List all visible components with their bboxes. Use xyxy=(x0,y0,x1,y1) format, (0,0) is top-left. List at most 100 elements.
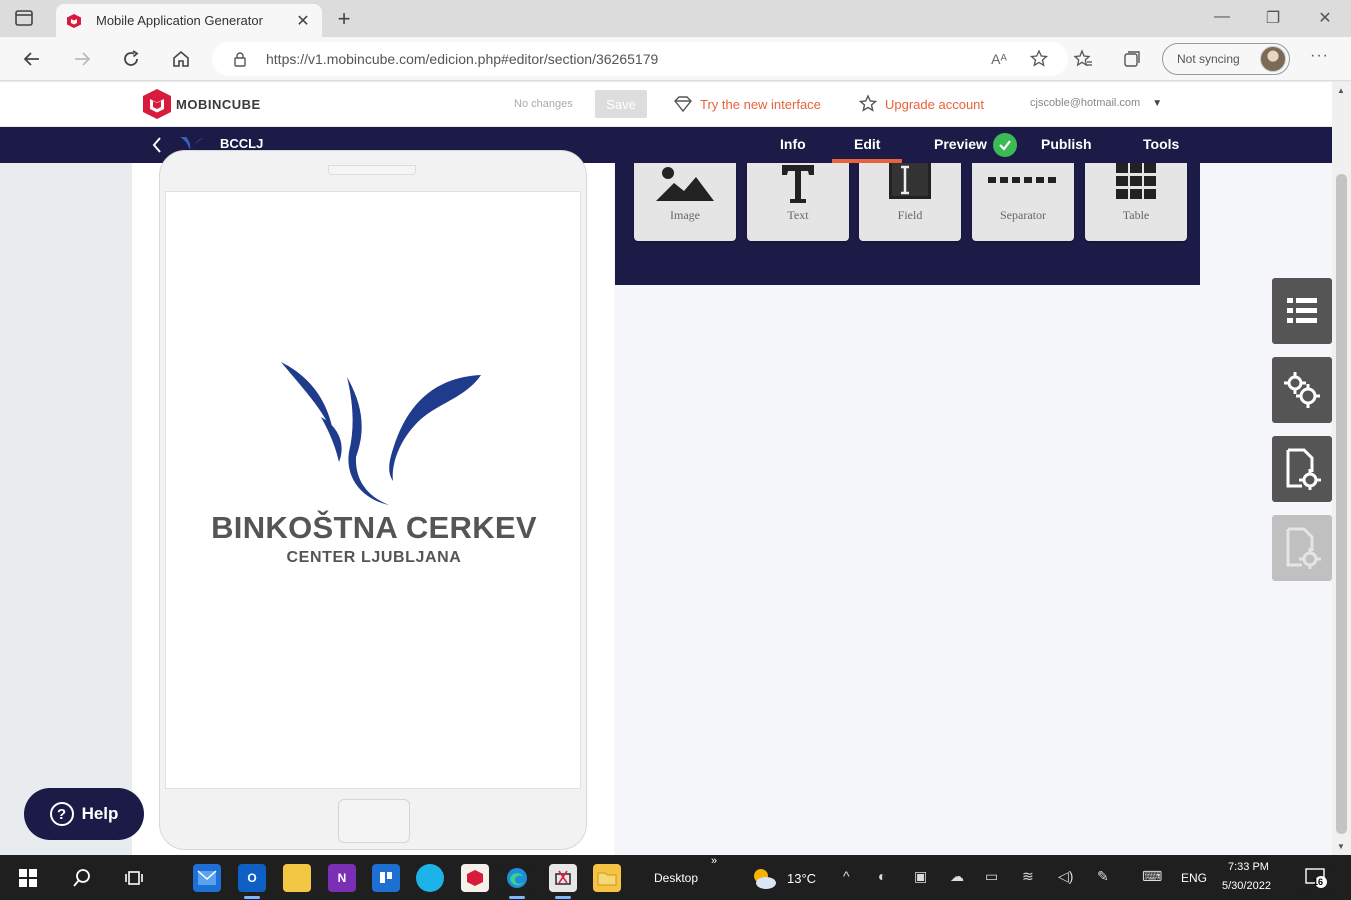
onenote-icon[interactable]: N xyxy=(328,864,356,892)
show-hidden-icons-icon[interactable]: ^ xyxy=(843,868,850,884)
tab-tools[interactable]: Tools xyxy=(1143,136,1179,152)
tab-publish[interactable]: Publish xyxy=(1041,136,1092,152)
address-bar[interactable]: https://v1.mobincube.com/edicion.php#edi… xyxy=(212,42,1068,76)
task-view-icon[interactable] xyxy=(120,864,148,892)
edge-icon[interactable] xyxy=(503,864,531,899)
sticky-notes-icon[interactable] xyxy=(283,864,311,892)
tab-actions-icon[interactable] xyxy=(14,9,34,27)
widget-table-button[interactable]: Table xyxy=(1085,163,1187,241)
meet-now-icon[interactable]: ◐ xyxy=(878,868,886,884)
app-settings-button[interactable] xyxy=(1272,357,1332,423)
widget-label: Text xyxy=(787,208,809,222)
tab-edit[interactable]: Edit xyxy=(831,136,904,163)
settings-gears-icon xyxy=(1284,372,1320,408)
expand-toolbar-icon[interactable]: » xyxy=(711,855,717,867)
widget-label: Table xyxy=(1122,208,1150,222)
tab-preview[interactable]: Preview xyxy=(934,136,987,152)
widget-separator-button[interactable]: Separator xyxy=(972,163,1074,241)
phone-mockup: BINKOŠTNA CERKEV CENTER LJUBLJANA xyxy=(159,150,587,850)
tab-close-icon[interactable]: ✕ xyxy=(294,11,312,31)
battery-icon[interactable]: ▭ xyxy=(985,868,998,885)
browser-tab-strip: Mobile Application Generator ✕ + — ❐ ✕ xyxy=(0,0,1351,37)
refresh-icon[interactable] xyxy=(119,47,143,71)
page-settings-disabled-icon xyxy=(1286,527,1321,569)
screen-icon[interactable]: ▣ xyxy=(914,868,927,885)
back-chevron-icon[interactable] xyxy=(150,135,164,155)
browser-toolbar: https://v1.mobincube.com/edicion.php#edi… xyxy=(0,37,1351,81)
save-button[interactable]: Save xyxy=(595,90,647,118)
window-restore-button[interactable]: ❐ xyxy=(1258,8,1288,28)
user-menu[interactable]: cjscoble@hotmail.com ▼ xyxy=(1030,97,1162,109)
widget-label: Field xyxy=(897,208,923,222)
weather-icon[interactable] xyxy=(750,864,778,892)
read-aloud-icon[interactable]: Aᴬ xyxy=(988,48,1010,70)
home-icon[interactable] xyxy=(169,47,193,71)
window-minimize-button[interactable]: — xyxy=(1207,8,1237,26)
widget-image-button[interactable]: Image xyxy=(634,163,736,241)
pen-icon[interactable]: ✎ xyxy=(1097,868,1109,885)
volume-icon[interactable]: ◁) xyxy=(1058,868,1073,885)
windows-start-icon[interactable] xyxy=(14,864,42,892)
file-explorer-icon[interactable] xyxy=(593,864,621,892)
church-name: BINKOŠTNA CERKEV xyxy=(211,510,537,545)
help-label: Help xyxy=(81,804,119,823)
back-icon[interactable] xyxy=(20,47,44,71)
mobincube-favicon-icon xyxy=(67,13,81,28)
upgrade-account-label: Upgrade account xyxy=(885,96,985,112)
save-status: No changes xyxy=(514,98,573,110)
avatar xyxy=(1260,46,1286,72)
mail-icon[interactable] xyxy=(193,864,221,892)
touch-keyboard-icon[interactable]: ⌨ xyxy=(1142,868,1162,885)
separator-icon xyxy=(988,177,1056,183)
page-scrollbar[interactable]: ▲ ▼ xyxy=(1332,82,1351,855)
star-icon xyxy=(858,94,878,112)
language-indicator[interactable]: ENG xyxy=(1181,871,1207,885)
profile-sync-button[interactable]: Not syncing xyxy=(1162,43,1290,75)
collections-icon[interactable] xyxy=(1120,47,1144,71)
table-icon xyxy=(1116,163,1156,199)
windows-taskbar: O N Desktop » 13°C ^ ◐ ▣ ☁ ▭ ≋ ◁) ✎ ⌨ EN… xyxy=(0,855,1351,900)
user-email: cjscoble@hotmail.com xyxy=(1030,97,1141,109)
widget-label: Separator xyxy=(1000,208,1046,222)
skype-icon[interactable] xyxy=(416,864,444,892)
onedrive-icon[interactable]: ☁ xyxy=(950,868,964,885)
widget-field-button[interactable]: Field xyxy=(859,163,961,241)
scroll-thumb[interactable] xyxy=(1336,174,1347,834)
church-logo-icon xyxy=(281,362,481,505)
trello-icon[interactable] xyxy=(372,864,400,892)
upgrade-account-link[interactable]: Upgrade account xyxy=(858,94,984,114)
outlook-icon[interactable]: O xyxy=(238,864,266,899)
forward-icon[interactable] xyxy=(70,47,94,71)
diamond-icon xyxy=(674,96,692,113)
clock-date[interactable]: 5/30/2022 xyxy=(1222,880,1271,892)
snipping-tool-icon[interactable] xyxy=(549,864,577,899)
favorites-icon[interactable] xyxy=(1071,47,1095,71)
help-button[interactable]: ? Help xyxy=(24,788,144,840)
text-icon xyxy=(782,165,814,203)
widget-text-button[interactable]: Text xyxy=(747,163,849,241)
page-settings-button[interactable] xyxy=(1272,436,1332,502)
mobincube-logo[interactable]: MOBINCUBE xyxy=(142,88,261,120)
window-close-button[interactable]: ✕ xyxy=(1310,8,1340,28)
mobincube-app-icon[interactable] xyxy=(461,864,489,892)
add-favorite-icon[interactable] xyxy=(1028,48,1050,70)
scroll-down-icon[interactable]: ▼ xyxy=(1337,842,1345,851)
sections-list-button[interactable] xyxy=(1272,278,1332,344)
church-subtitle: CENTER LJUBLJANA xyxy=(286,549,462,566)
phone-screen[interactable]: BINKOŠTNA CERKEV CENTER LJUBLJANA xyxy=(165,191,581,789)
new-tab-button[interactable]: + xyxy=(332,6,356,32)
search-icon[interactable] xyxy=(68,864,96,892)
url-text: https://v1.mobincube.com/edicion.php#edi… xyxy=(266,51,659,67)
tab-info[interactable]: Info xyxy=(780,136,806,152)
try-new-interface-link[interactable]: Try the new interface xyxy=(673,94,821,114)
field-icon xyxy=(889,163,931,199)
logo-text: MOBINCUBE xyxy=(176,96,261,112)
browser-menu-icon[interactable]: ··· xyxy=(1310,47,1329,65)
network-icon[interactable]: ≋ xyxy=(1022,868,1034,885)
clock-time[interactable]: 7:33 PM xyxy=(1228,861,1269,873)
browser-tab[interactable]: Mobile Application Generator ✕ xyxy=(56,4,322,37)
scroll-up-icon[interactable]: ▲ xyxy=(1337,86,1345,95)
desktop-toolbar-label[interactable]: Desktop xyxy=(654,871,698,885)
sync-status-label: Not syncing xyxy=(1177,52,1240,66)
notification-count: 16 xyxy=(1313,877,1324,887)
